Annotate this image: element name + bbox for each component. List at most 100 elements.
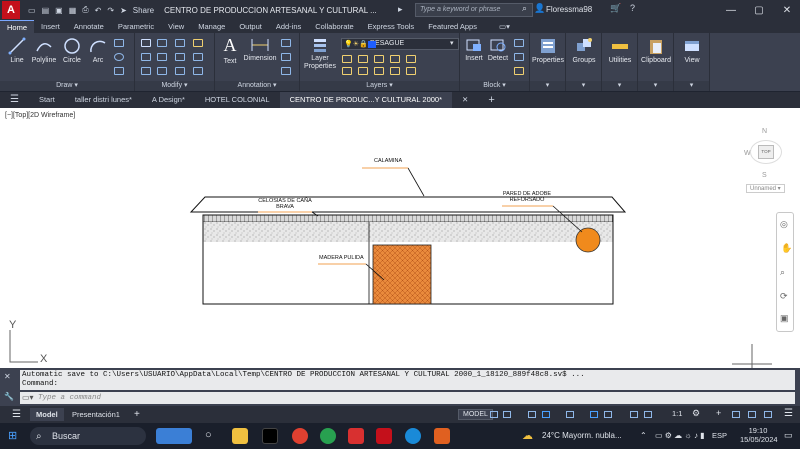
arc-button[interactable]: Arc — [88, 37, 108, 64]
viewcube-ring[interactable] — [750, 140, 782, 164]
title-dropdown-icon[interactable]: ▸ — [398, 4, 403, 15]
annotation-visibility-icon[interactable] — [644, 411, 652, 418]
maximize-button[interactable]: ▢ — [748, 0, 770, 20]
search-input[interactable]: Type a keyword or phrase — [415, 3, 533, 17]
user-icon[interactable]: 👤 — [534, 3, 545, 14]
tab-home[interactable]: Home — [0, 20, 35, 33]
layer-walk-icon[interactable] — [406, 67, 416, 75]
new-layout-button[interactable]: + — [128, 408, 146, 421]
erase-icon[interactable] — [193, 39, 203, 47]
draw-panel-label[interactable]: Draw ▾ — [0, 81, 134, 91]
undo-icon[interactable]: ↶ — [95, 6, 102, 15]
lineweight-icon[interactable] — [604, 411, 612, 418]
offset-icon[interactable] — [193, 67, 203, 75]
viewcube-north[interactable]: N — [762, 128, 767, 135]
edit-block-icon[interactable] — [514, 53, 524, 61]
tab-parametric[interactable]: Parametric — [111, 20, 161, 33]
command-input[interactable]: Type a command — [20, 392, 795, 404]
groups-panel-arrow[interactable]: ▾ — [566, 81, 601, 91]
circle-button[interactable]: Circle — [60, 37, 84, 64]
app-icon[interactable] — [434, 428, 450, 444]
showmotion-icon[interactable]: ▣ — [780, 313, 789, 324]
annotation-scale[interactable]: 1:1 — [672, 409, 682, 418]
text-button[interactable]: A Text — [219, 35, 241, 65]
block-panel-label[interactable]: Block ▾ — [460, 81, 529, 91]
layer-unlock-icon[interactable] — [390, 67, 400, 75]
chrome-icon[interactable] — [292, 428, 308, 444]
hatch-icon[interactable] — [114, 67, 124, 75]
rectangle-icon[interactable] — [114, 39, 124, 47]
share-icon[interactable]: ➤ — [120, 6, 127, 15]
orbit-icon[interactable]: ⟳ — [780, 291, 788, 302]
workspace-gear-icon[interactable]: ⚙ — [692, 408, 700, 419]
drawing-canvas[interactable]: [−][Top][2D Wireframe] CALAMINA CELOSIAS… — [0, 108, 800, 368]
close-button[interactable]: ✕ — [776, 0, 798, 20]
taskbar-widget-image[interactable] — [156, 428, 192, 444]
line-button[interactable]: Line — [6, 37, 28, 64]
notifications-icon[interactable]: ▭ — [784, 430, 793, 441]
layer-freeze-icon[interactable] — [374, 55, 384, 63]
new-tab-button[interactable]: + — [478, 92, 504, 108]
close-command-icon[interactable]: ✕ — [4, 372, 11, 381]
share-label[interactable]: Share — [133, 6, 154, 15]
layer-isolate-icon[interactable] — [358, 55, 368, 63]
menu-icon[interactable]: ☰ — [0, 92, 29, 108]
snap-icon[interactable] — [503, 411, 511, 418]
transparency-icon[interactable] — [630, 411, 638, 418]
tab-extra-icon[interactable]: ▭▾ — [492, 20, 517, 33]
tab-annotate[interactable]: Annotate — [67, 20, 111, 33]
tab-express-tools[interactable]: Express Tools — [361, 20, 422, 33]
wcs-dropdown[interactable]: Unnamed ▾ — [746, 184, 785, 193]
zoom-icon[interactable]: ⌕ — [780, 267, 785, 278]
copy-icon[interactable] — [141, 53, 151, 61]
insert-button[interactable]: Insert — [462, 37, 486, 62]
clipboard-button[interactable]: Clipboard — [640, 37, 672, 64]
label-calamina[interactable]: CALAMINA — [374, 158, 402, 164]
customize-command-icon[interactable]: 🔧 — [4, 392, 14, 401]
isodraft-icon[interactable] — [566, 411, 574, 418]
grid-icon[interactable] — [490, 411, 498, 418]
layers-panel-label[interactable]: Layers ▾ — [300, 81, 459, 91]
units-icon[interactable] — [732, 411, 740, 418]
ortho-icon[interactable] — [528, 411, 536, 418]
customization-menu-icon[interactable]: ☰ — [784, 408, 793, 419]
layer-properties-button[interactable]: Layer Properties — [302, 37, 338, 71]
terminal-icon[interactable] — [262, 428, 278, 444]
layer-match-icon[interactable] — [406, 55, 416, 63]
tab-view[interactable]: View — [161, 20, 191, 33]
tray-chevron-icon[interactable]: ⌃ — [640, 431, 647, 440]
minimize-button[interactable]: — — [720, 0, 742, 20]
modify-panel-label[interactable]: Modify ▾ — [135, 81, 214, 91]
file-explorer-icon[interactable] — [232, 428, 248, 444]
weather-text[interactable]: 24°C Mayorm. nubla... — [542, 431, 622, 440]
dimension-button[interactable]: Dimension — [243, 37, 277, 62]
search-icon[interactable]: ⌕ — [522, 3, 527, 14]
label-madera[interactable]: MADERA PULIDA — [319, 255, 364, 261]
language-indicator[interactable]: ESP — [712, 431, 727, 440]
tab-manage[interactable]: Manage — [191, 20, 232, 33]
saveas-icon[interactable]: ▦ — [69, 6, 77, 15]
annotation-monitor-icon[interactable]: + — [716, 408, 721, 418]
layer-off-icon[interactable] — [342, 55, 352, 63]
utilities-button[interactable]: Utilities — [604, 37, 636, 64]
print-icon[interactable]: ⎙ — [82, 5, 88, 15]
layer-lock-icon[interactable] — [390, 55, 400, 63]
mirror-icon[interactable] — [157, 53, 167, 61]
pan-icon[interactable]: ✋ — [781, 243, 792, 254]
user-name[interactable]: Floressma98 — [546, 5, 592, 14]
stretch-icon[interactable] — [141, 67, 151, 75]
view-button[interactable]: View — [676, 37, 708, 64]
markup-icon[interactable] — [281, 67, 291, 75]
chrome-profile-icon[interactable] — [320, 428, 336, 444]
redo-icon[interactable]: ↷ — [107, 6, 114, 15]
layout-tab-presentacion1[interactable]: Presentación1 — [66, 408, 126, 421]
trim-icon[interactable] — [175, 39, 185, 47]
attribute-icon[interactable] — [514, 67, 524, 75]
layout-tab-model[interactable]: Model — [30, 408, 64, 421]
layer-unisolate-icon[interactable] — [358, 67, 368, 75]
tray-icons[interactable]: ▭ ⚙ ☁ ☼ ♪ ▮ — [655, 431, 705, 440]
save-icon[interactable]: ▣ — [55, 6, 63, 15]
clock[interactable]: 19:10 15/05/2024 — [740, 426, 778, 444]
view-panel-arrow[interactable]: ▾ — [674, 81, 709, 91]
help-icon[interactable]: ? — [630, 3, 635, 13]
